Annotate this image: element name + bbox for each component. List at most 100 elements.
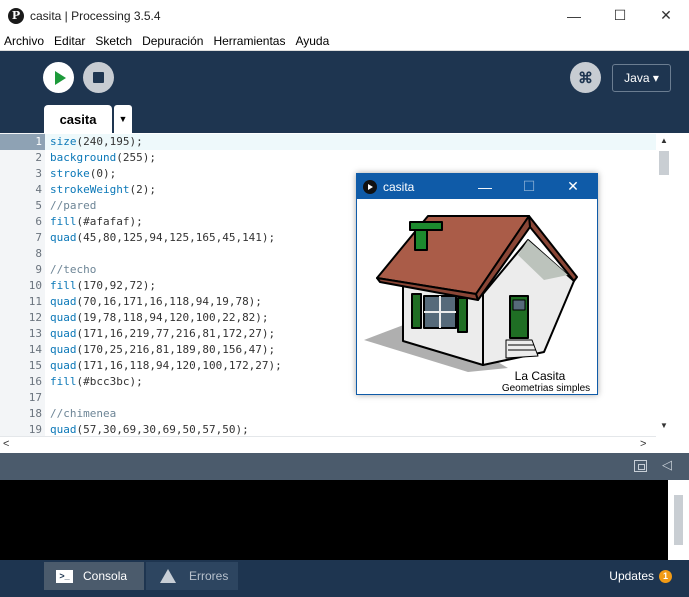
chimney-cap	[409, 221, 443, 231]
updates-button[interactable]: Updates 1	[609, 569, 672, 583]
line-number: 19	[28, 423, 42, 436]
code-text: //techo	[50, 263, 97, 276]
collapse-console-icon[interactable]: ◁	[662, 457, 672, 473]
line-number: 11	[28, 295, 42, 308]
maximize-button[interactable]: ☐	[597, 0, 643, 31]
tab-menu-button[interactable]: ▼	[114, 105, 132, 133]
scroll-down-icon[interactable]: ▼	[658, 421, 670, 433]
code-text: quad(170,25,216,81,189,80,156,47);	[50, 343, 276, 356]
code-line[interactable]: 19 quad(57,30,69,30,69,50,57,50);	[0, 422, 656, 436]
mode-selector[interactable]: Java ▾	[612, 64, 671, 92]
scroll-left-icon[interactable]: <	[3, 438, 9, 450]
code-line[interactable]: 1 size(240,195);	[0, 134, 656, 150]
menu-archivo[interactable]: Archivo	[0, 34, 49, 48]
line-number: 7	[35, 231, 42, 244]
line-number: 16	[28, 375, 42, 388]
chimney	[414, 229, 428, 251]
code-text: quad(45,80,125,94,125,165,45,141);	[50, 231, 276, 244]
status-strip: ◁	[0, 453, 689, 480]
line-number: 14	[28, 343, 42, 356]
sketch-logo-icon	[363, 179, 377, 194]
sketch-caption-subtitle: Geometrias simples	[502, 383, 590, 394]
sketch-window[interactable]: casita — ☐ ✕ La Casita Geometrias simple…	[356, 173, 598, 395]
door-steps	[505, 339, 539, 359]
code-text: background(255);	[50, 151, 156, 164]
sketch-maximize-button[interactable]: ☐	[509, 174, 549, 199]
code-text: quad(171,16,219,77,216,81,172,27);	[50, 327, 276, 340]
code-text: //pared	[50, 199, 97, 212]
menu-sketch[interactable]: Sketch	[90, 34, 137, 48]
editor-horizontal-scrollbar[interactable]: < >	[0, 436, 656, 453]
line-number: 12	[28, 311, 42, 324]
title-bar: P casita | Processing 3.5.4 — ☐ ✕	[0, 0, 689, 31]
code-text: quad(171,16,118,94,120,100,172,27);	[50, 359, 282, 372]
code-text: stroke(0);	[50, 167, 117, 180]
bottom-bar: >_ Consola Errores Updates 1	[0, 560, 689, 597]
tab-casita[interactable]: casita	[44, 105, 112, 133]
processing-logo-icon: P	[8, 7, 24, 24]
console-icon: >_	[56, 569, 73, 583]
line-number: 18	[28, 407, 42, 420]
editor-vertical-scrollbar[interactable]: ▲ ▼	[656, 133, 672, 436]
debug-button[interactable]: ⌘	[570, 62, 601, 93]
code-text: strokeWeight(2);	[50, 183, 156, 196]
code-text: fill(#afafaf);	[50, 215, 143, 228]
run-button[interactable]	[43, 62, 74, 93]
butterfly-icon: ⌘	[578, 69, 593, 87]
scroll-thumb[interactable]	[659, 151, 669, 175]
line-number: 8	[35, 247, 42, 260]
line-number: 13	[28, 327, 42, 340]
code-line[interactable]: 18 //chimenea	[0, 406, 656, 422]
console-output[interactable]	[0, 480, 668, 560]
scroll-right-icon[interactable]: >	[640, 438, 646, 450]
console-tab-label: Consola	[83, 569, 128, 583]
line-number: 10	[28, 279, 42, 292]
menu-editar[interactable]: Editar	[49, 34, 90, 48]
sketch-canvas: La Casita Geometrias simples	[364, 215, 590, 394]
console-scroll-thumb[interactable]	[674, 495, 683, 545]
close-button[interactable]: ✕	[643, 0, 689, 31]
menu-ayuda[interactable]: Ayuda	[290, 34, 334, 48]
window-title: casita | Processing 3.5.4	[30, 8, 161, 23]
console-scrollbar[interactable]	[668, 480, 689, 560]
code-text: quad(19,78,118,94,120,100,22,82);	[50, 311, 269, 324]
sketch-title: casita	[383, 179, 415, 194]
line-number: 6	[35, 215, 42, 228]
line-number: 15	[28, 359, 42, 372]
line-number: 1	[0, 134, 45, 150]
code-line[interactable]: 2 background(255);	[0, 150, 656, 166]
line-number: 9	[35, 263, 42, 276]
toolbar: ⌘ Java ▾ casita ▼	[0, 51, 689, 133]
updates-badge: 1	[659, 569, 672, 583]
line-number: 5	[35, 199, 42, 212]
tab-console[interactable]: >_ Consola	[44, 562, 144, 590]
line-number: 3	[35, 167, 42, 180]
line-number: 2	[35, 151, 42, 164]
line-number: 4	[35, 183, 42, 196]
menu-bar: Archivo Editar Sketch Depuración Herrami…	[0, 31, 689, 51]
warning-icon	[160, 569, 176, 583]
sketch-minimize-button[interactable]: —	[465, 174, 505, 199]
sketch-close-button[interactable]: ✕	[553, 174, 593, 199]
errors-tab-label: Errores	[189, 569, 229, 583]
minimize-button[interactable]: —	[551, 0, 597, 31]
stop-icon	[93, 72, 104, 83]
window-left-shutter	[411, 293, 422, 329]
menu-herramientas[interactable]: Herramientas	[208, 34, 290, 48]
copy-console-icon[interactable]	[634, 460, 647, 472]
code-text: size(240,195);	[50, 135, 143, 148]
stop-button[interactable]	[83, 62, 114, 93]
code-text: //chimenea	[50, 407, 117, 420]
sketch-title-bar[interactable]: casita — ☐ ✕	[357, 174, 597, 199]
window-controls: — ☐ ✕	[551, 0, 689, 31]
tab-errors[interactable]: Errores	[146, 562, 238, 590]
play-icon	[54, 70, 66, 85]
code-text: quad(57,30,69,30,69,50,57,50);	[50, 423, 249, 436]
code-text: fill(170,92,72);	[50, 279, 156, 292]
menu-depuracion[interactable]: Depuración	[137, 34, 208, 48]
scroll-up-icon[interactable]: ▲	[658, 136, 670, 148]
sketch-caption-title: La Casita	[515, 369, 566, 383]
editor-margin	[672, 133, 689, 436]
code-text: quad(70,16,171,16,118,94,19,78);	[50, 295, 262, 308]
updates-label: Updates	[609, 569, 654, 583]
